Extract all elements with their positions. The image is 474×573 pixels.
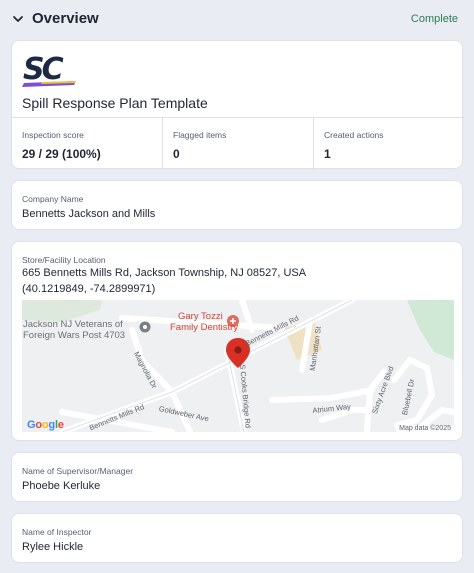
field-value: Phoebe Kerluke: [22, 480, 101, 492]
status-label: Complete: [410, 13, 458, 25]
chevron-down-icon[interactable]: [12, 13, 24, 25]
map-poi-label: Family Dentistry: [170, 322, 239, 333]
map-poi-label: Jackson NJ Veterans of: [23, 319, 123, 330]
stat-value: 1: [324, 147, 331, 161]
field-label: Company Name: [22, 194, 84, 204]
veterans-poi-icon: [139, 321, 151, 333]
map-poi-label: Foreign Wars Post 4703: [23, 330, 126, 341]
field-value: Bennetts Jackson and Mills: [22, 208, 156, 220]
field-label: Name of Supervisor/Manager: [22, 466, 134, 476]
map-poi-label: Gary Tozzi: [178, 311, 223, 322]
field-label: Name of Inspector: [22, 527, 92, 537]
template-title: Spill Response Plan Template: [22, 95, 208, 111]
overview-header[interactable]: Overview Complete: [0, 0, 474, 40]
stat-label: Created actions: [324, 130, 384, 140]
location-card: Store/Facility Location 665 Bennetts Mil…: [11, 241, 463, 441]
stat-inspection-score: Inspection score 29 / 29 (100%): [12, 118, 163, 170]
supervisor-card: Name of Supervisor/Manager Phoebe Kerluk…: [11, 452, 463, 502]
location-coordinates: (40.1219849, -74.2899971): [22, 283, 156, 295]
field-label: Store/Facility Location: [22, 255, 106, 265]
company-name-card: Company Name Bennetts Jackson and Mills: [11, 180, 463, 230]
inspector-card: Name of Inspector Rylee Hickle: [11, 513, 463, 563]
sc-logo: SC: [22, 52, 76, 87]
stat-label: Inspection score: [22, 130, 84, 140]
google-logo: Google: [27, 419, 64, 431]
location-map[interactable]: Jackson NJ Veterans of Foreign Wars Post…: [22, 300, 454, 432]
stat-created-actions[interactable]: Created actions 1: [314, 118, 464, 170]
template-card: SC Spill Response Plan Template Inspecti…: [11, 40, 464, 170]
section-title: Overview: [32, 10, 99, 27]
location-address: 665 Bennetts Mills Rd, Jackson Township,…: [22, 267, 307, 279]
stat-value: 29 / 29 (100%): [22, 147, 101, 161]
field-value: Rylee Hickle: [22, 541, 84, 553]
stat-label: Flagged items: [173, 130, 227, 140]
map-attribution[interactable]: Map data ©2025: [396, 425, 454, 432]
stat-value: 0: [173, 147, 180, 161]
stats-row: Inspection score 29 / 29 (100%) Flagged …: [12, 117, 464, 170]
stat-flagged-items[interactable]: Flagged items 0: [163, 118, 314, 170]
